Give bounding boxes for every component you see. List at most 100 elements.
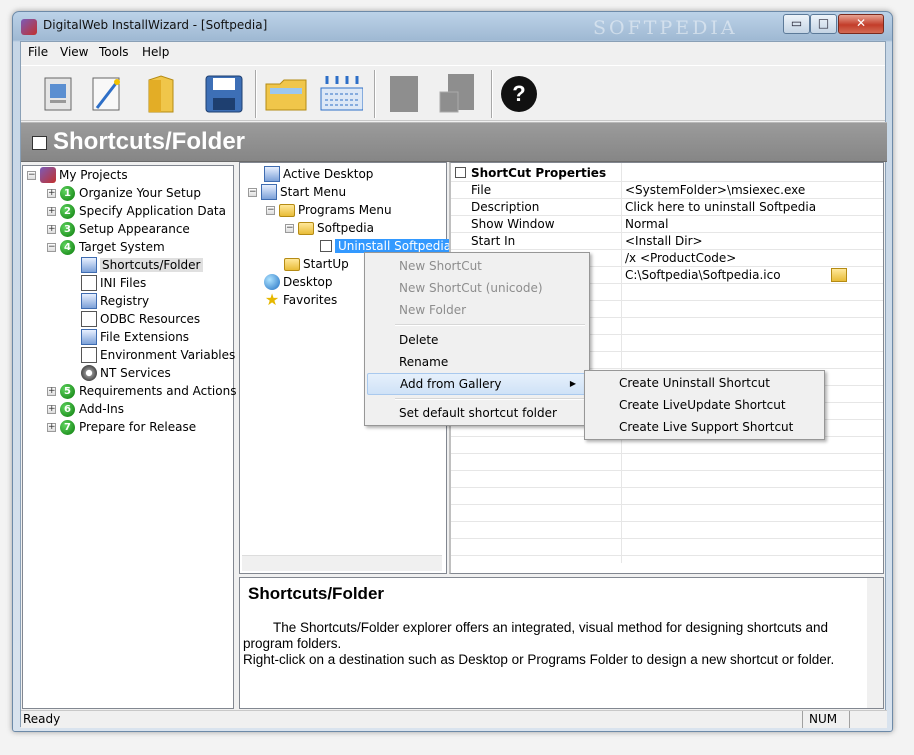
tree-item-shortcuts-folder[interactable]: Shortcuts/Folder (81, 256, 203, 274)
menu-create-live-support-shortcut[interactable]: Create Live Support Shortcut (587, 416, 822, 438)
expand-toggle[interactable]: + (47, 422, 56, 432)
tree-item-odbc[interactable]: ODBC Resources (81, 310, 200, 328)
collapse-toggle[interactable]: − (248, 187, 257, 197)
tree-item-label: StartUp (303, 257, 349, 271)
menu-set-default-folder[interactable]: Set default shortcut folder (367, 402, 587, 424)
menu-file[interactable]: File (28, 45, 48, 59)
collapse-toggle[interactable]: − (285, 223, 294, 233)
close-button[interactable]: ✕ (838, 14, 884, 34)
tree-item-label: Active Desktop (283, 167, 374, 181)
menu-add-from-gallery[interactable]: Add from Gallery ▶ (367, 373, 587, 395)
menu-new-shortcut[interactable]: New ShortCut (367, 255, 587, 277)
collapse-toggle[interactable]: − (27, 170, 36, 180)
property-row (451, 505, 883, 522)
menu-rename[interactable]: Rename (367, 351, 587, 373)
wizard-button[interactable] (84, 71, 128, 117)
tree-item-favorites[interactable]: ★ Favorites (264, 291, 337, 309)
property-value[interactable]: <SystemFolder>\msiexec.exe (625, 183, 805, 197)
tree-item-desktop[interactable]: Desktop (264, 273, 333, 291)
step-number-badge: 1 (60, 185, 75, 201)
paste-button[interactable] (438, 71, 482, 117)
tree-step-2[interactable]: + 2 Specify Application Data (47, 202, 226, 220)
tree-item-label: NT Services (100, 366, 171, 380)
tree-item-nt-services[interactable]: NT Services (81, 364, 171, 382)
open-folder-button[interactable] (138, 71, 182, 117)
tree-item-label: ODBC Resources (100, 312, 201, 326)
tree-step-5[interactable]: + 5 Requirements and Actions (47, 382, 236, 400)
title-bar[interactable]: DigitalWeb InstallWizard - [Softpedia] S… (13, 12, 892, 42)
tree-item-ini-files[interactable]: INI Files (81, 274, 146, 292)
tree-item-startup[interactable]: StartUp (284, 255, 349, 273)
maximize-button[interactable]: □ (810, 14, 837, 34)
file-extension-icon (81, 329, 97, 345)
minimize-button[interactable]: ▭ (783, 14, 810, 34)
property-row[interactable]: Show Window Normal (451, 216, 883, 233)
projects-icon (40, 167, 56, 183)
menu-create-uninstall-shortcut[interactable]: Create Uninstall Shortcut (587, 372, 822, 394)
copy-button[interactable] (382, 71, 426, 117)
tree-item-softpedia[interactable]: − Softpedia (285, 219, 374, 237)
tree-item-registry[interactable]: Registry (81, 292, 149, 310)
new-project-button[interactable] (36, 71, 80, 117)
properties-heading-row: ShortCut Properties (451, 165, 883, 182)
expand-toggle[interactable]: + (47, 386, 56, 396)
tree-item-label: INI Files (100, 276, 147, 290)
property-row[interactable]: Description Click here to uninstall Soft… (451, 199, 883, 216)
odbc-icon (81, 311, 97, 327)
help-glyph: ? (512, 81, 525, 106)
watermark: SOFTPEDIA (593, 17, 738, 39)
property-key: Description (471, 200, 540, 214)
expand-toggle[interactable]: + (47, 404, 56, 414)
tree-step-1[interactable]: + 1 Organize Your Setup (47, 184, 201, 202)
menu-new-shortcut-unicode[interactable]: New ShortCut (unicode) (367, 277, 587, 299)
help-button[interactable]: ? (497, 71, 541, 117)
property-value[interactable]: Click here to uninstall Softpedia (625, 200, 816, 214)
save-icon (205, 75, 243, 113)
property-value[interactable]: Normal (625, 217, 668, 231)
num-lock-indicator: NUM (802, 711, 850, 728)
menu-help[interactable]: Help (142, 45, 169, 59)
tree-step-7[interactable]: + 7 Prepare for Release (47, 418, 196, 436)
menu-create-liveupdate-shortcut[interactable]: Create LiveUpdate Shortcut (587, 394, 822, 416)
tree-step-6[interactable]: + 6 Add-Ins (47, 400, 124, 418)
expand-toggle[interactable]: + (47, 224, 56, 234)
explore-folder-button[interactable] (264, 71, 308, 117)
help-paragraph: The Shortcuts/Folder explorer offers an … (243, 620, 829, 651)
tree-item-environment[interactable]: Environment Variables (81, 346, 235, 364)
expand-toggle[interactable]: + (47, 206, 56, 216)
property-value[interactable]: <Install Dir> (625, 234, 703, 248)
property-value[interactable]: C:\Softpedia\Softpedia.ico (625, 268, 781, 282)
shortcuts-folder-icon (32, 136, 47, 150)
property-row[interactable]: Start In <Install Dir> (451, 233, 883, 250)
property-row[interactable]: File <SystemFolder>\msiexec.exe (451, 182, 883, 199)
active-desktop-icon (264, 166, 280, 182)
menu-delete[interactable]: Delete (367, 329, 587, 351)
browse-folder-icon[interactable] (831, 268, 847, 282)
expand-toggle[interactable]: + (47, 188, 56, 198)
tree-root[interactable]: − My Projects (27, 166, 128, 184)
tree-step-3[interactable]: + 3 Setup Appearance (47, 220, 190, 238)
menu-view[interactable]: View (60, 45, 88, 59)
menu-new-folder[interactable]: New Folder (367, 299, 587, 321)
tree-step-label: Setup Appearance (79, 222, 190, 236)
property-value[interactable]: /x <ProductCode> (625, 251, 736, 265)
menu-tools[interactable]: Tools (99, 45, 129, 59)
collapse-toggle[interactable]: − (47, 242, 56, 252)
save-button[interactable] (202, 71, 246, 117)
tree-item-file-extensions[interactable]: File Extensions (81, 328, 189, 346)
property-row (451, 488, 883, 505)
vertical-scrollbar[interactable] (867, 578, 883, 708)
tree-step-4[interactable]: − 4 Target System (47, 238, 165, 256)
open-folder-icon (148, 75, 174, 113)
build-button[interactable] (319, 71, 363, 117)
property-row (451, 454, 883, 471)
tree-item-programs-menu[interactable]: − Programs Menu (266, 201, 392, 219)
step-number-badge: 2 (60, 203, 75, 219)
gallery-submenu: Create Uninstall Shortcut Create LiveUpd… (584, 370, 825, 440)
collapse-toggle[interactable]: − (266, 205, 275, 215)
wizard-icon (92, 77, 120, 111)
tree-item-start-menu[interactable]: − Start Menu (248, 183, 346, 201)
horizontal-scrollbar[interactable] (242, 555, 442, 571)
tree-item-active-desktop[interactable]: Active Desktop (264, 165, 373, 183)
tree-root-label: My Projects (59, 168, 128, 182)
